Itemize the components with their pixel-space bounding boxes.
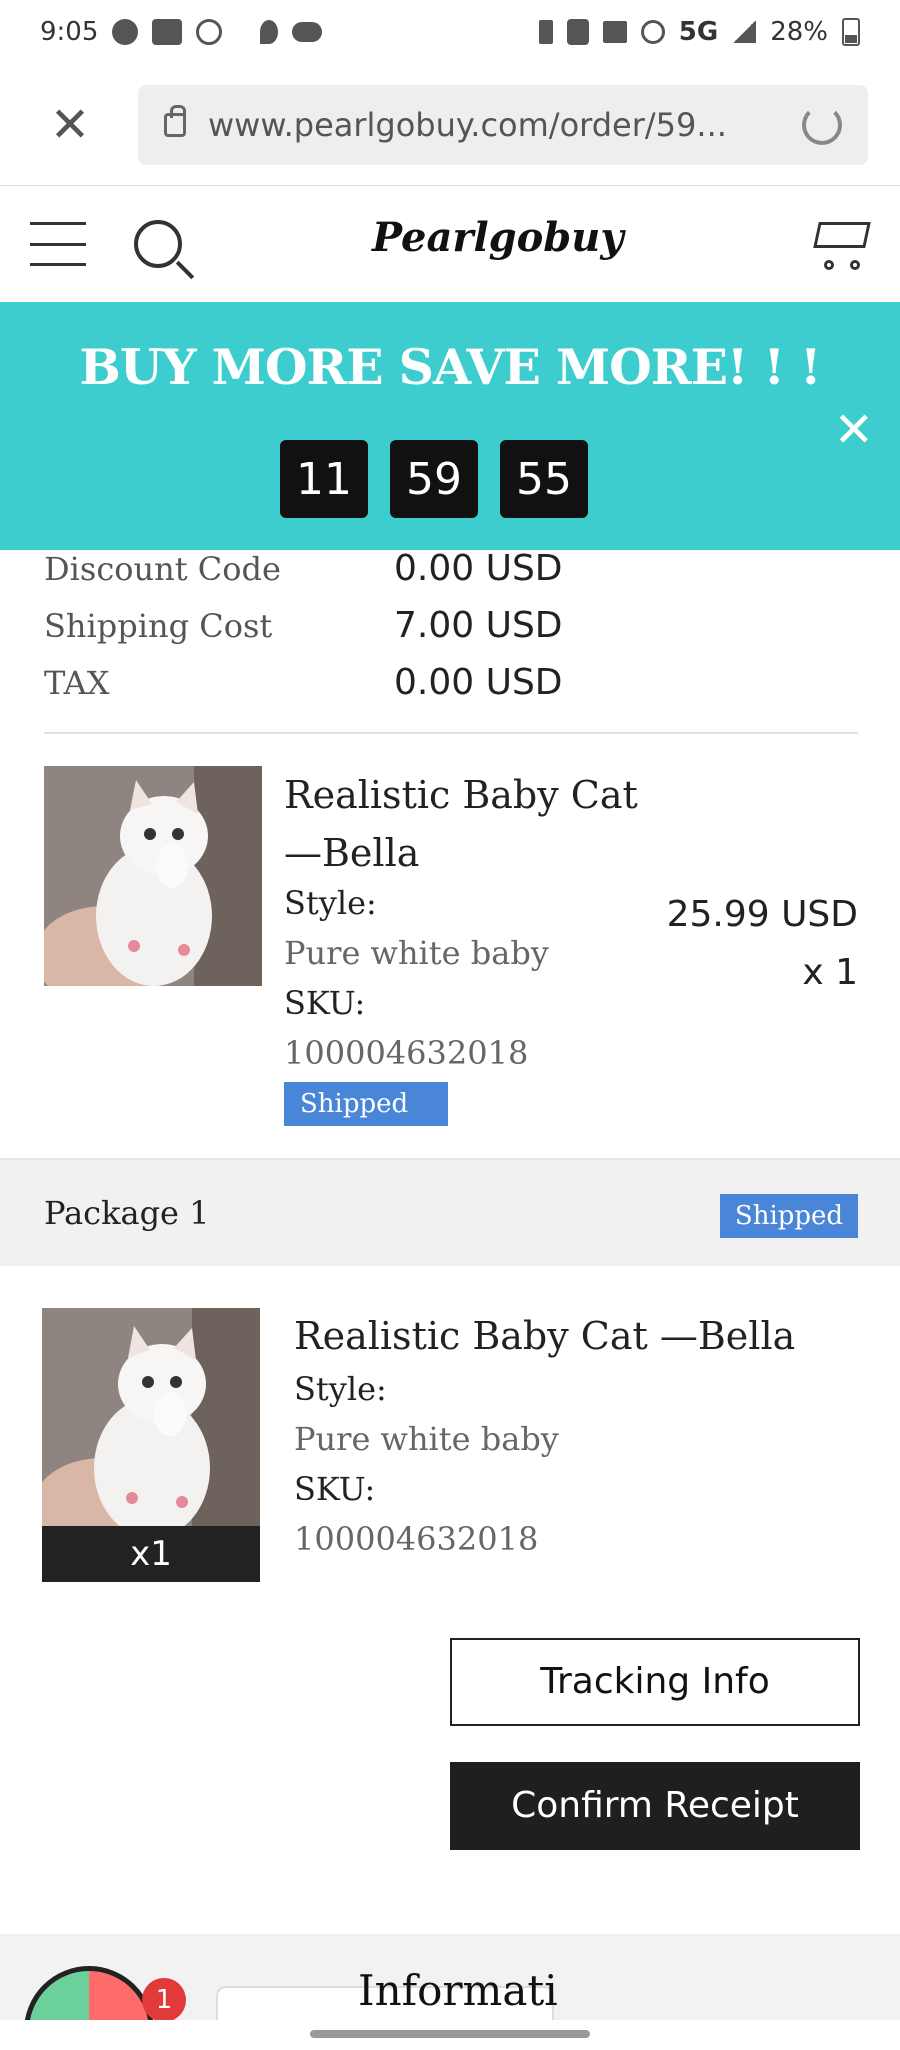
mute-icon	[602, 21, 627, 43]
summary-label: TAX	[44, 663, 110, 702]
kitten-photo	[44, 766, 262, 986]
site-header: Pearlgobuy	[0, 186, 900, 302]
status-left: 9:05	[40, 17, 323, 47]
summary-value: 0.00 USD	[394, 548, 563, 589]
order-item: Realistic Baby Cat —Bella Style: Pure wh…	[44, 766, 858, 1126]
countdown-timer: 11 59 55	[280, 440, 588, 518]
footer: 1 Informati	[0, 1934, 900, 2020]
alarm-icon	[640, 20, 665, 44]
divider	[44, 732, 858, 734]
address-bar[interactable]: www.pearlgobuy.com/order/59...	[138, 84, 868, 165]
item-name[interactable]: Realistic Baby Cat —Bella	[294, 1314, 795, 1358]
accessibility-icon	[196, 19, 223, 45]
footer-heading: Informati	[358, 1966, 558, 2015]
timer-seconds: 55	[500, 440, 588, 518]
lock-icon[interactable]	[164, 104, 186, 137]
item-quantity: x 1	[802, 952, 858, 993]
style-value: Pure white baby	[284, 934, 549, 972]
tracking-info-button[interactable]: Tracking Info	[450, 1638, 860, 1726]
browser-toolbar: ✕ www.pearlgobuy.com/order/59...	[0, 64, 900, 186]
signal-icon	[732, 21, 757, 43]
close-tab-icon[interactable]: ✕	[32, 87, 108, 163]
style-value: Pure white baby	[294, 1420, 559, 1458]
status-badge: Shipped	[284, 1082, 448, 1126]
summary-row: TAX 0.00 USD	[44, 654, 858, 711]
status-right: 5G 28%	[538, 17, 860, 47]
nfc-icon	[566, 19, 589, 45]
package-title: Package 1	[44, 1194, 210, 1232]
location-icon	[260, 20, 279, 44]
summary-value: 0.00 USD	[394, 662, 563, 703]
quantity-overlay: x1	[42, 1526, 260, 1582]
product-image[interactable]: x1	[42, 1308, 260, 1582]
status-badge: Shipped	[720, 1194, 858, 1238]
order-summary: Discount Code 0.00 USD Shipping Cost 7.0…	[44, 540, 858, 711]
item-name[interactable]: Realistic Baby Cat —Bella	[284, 766, 664, 882]
url-text[interactable]: www.pearlgobuy.com/order/59...	[208, 106, 780, 144]
summary-label: Discount Code	[44, 549, 281, 588]
status-bar: 9:05 5G 28%	[0, 0, 900, 64]
menu-icon[interactable]	[30, 222, 86, 266]
summary-value: 7.00 USD	[394, 605, 563, 646]
item-price: 25.99 USD	[666, 894, 858, 935]
sku-label: SKU:	[284, 984, 366, 1022]
notification-badge: 1	[142, 1978, 186, 2020]
timer-hours: 11	[280, 440, 368, 518]
notification-icon	[112, 19, 139, 45]
product-image[interactable]	[44, 766, 262, 986]
summary-row: Discount Code 0.00 USD	[44, 540, 858, 597]
style-label: Style:	[284, 884, 377, 922]
site-logo[interactable]: Pearlgobuy	[372, 214, 624, 261]
search-icon[interactable]	[134, 220, 182, 268]
promo-banner: BUY MORE SAVE MORE! ! ! ✕ 11 59 55	[0, 302, 900, 550]
sku-label: SKU:	[294, 1470, 376, 1508]
summary-row: Shipping Cost 7.00 USD	[44, 597, 858, 654]
network-type: 5G	[678, 17, 719, 47]
battery-icon	[842, 18, 860, 46]
promo-title: BUY MORE SAVE MORE! ! !	[79, 338, 821, 396]
cart-icon[interactable]	[808, 216, 871, 270]
close-icon[interactable]: ✕	[834, 402, 874, 458]
status-time: 9:05	[40, 17, 99, 47]
package-item: x1 Realistic Baby Cat —Bella Style: Pure…	[42, 1308, 858, 1584]
home-indicator[interactable]	[310, 2030, 590, 2038]
battery-percent: 28%	[770, 17, 828, 47]
sku-value: 100004632018	[284, 1034, 529, 1072]
style-label: Style:	[294, 1370, 387, 1408]
summary-label: Shipping Cost	[44, 606, 273, 645]
confirm-receipt-button[interactable]: Confirm Receipt	[450, 1762, 860, 1850]
package-header: Package 1 Shipped	[0, 1158, 900, 1266]
sku-value: 100004632018	[294, 1520, 539, 1558]
app-icon	[152, 19, 183, 45]
lucky-wheel-icon[interactable]	[24, 1966, 154, 2020]
timer-minutes: 59	[390, 440, 478, 518]
bluetooth-icon	[538, 20, 553, 44]
reload-icon[interactable]	[802, 104, 842, 145]
cloud-icon	[292, 22, 323, 42]
